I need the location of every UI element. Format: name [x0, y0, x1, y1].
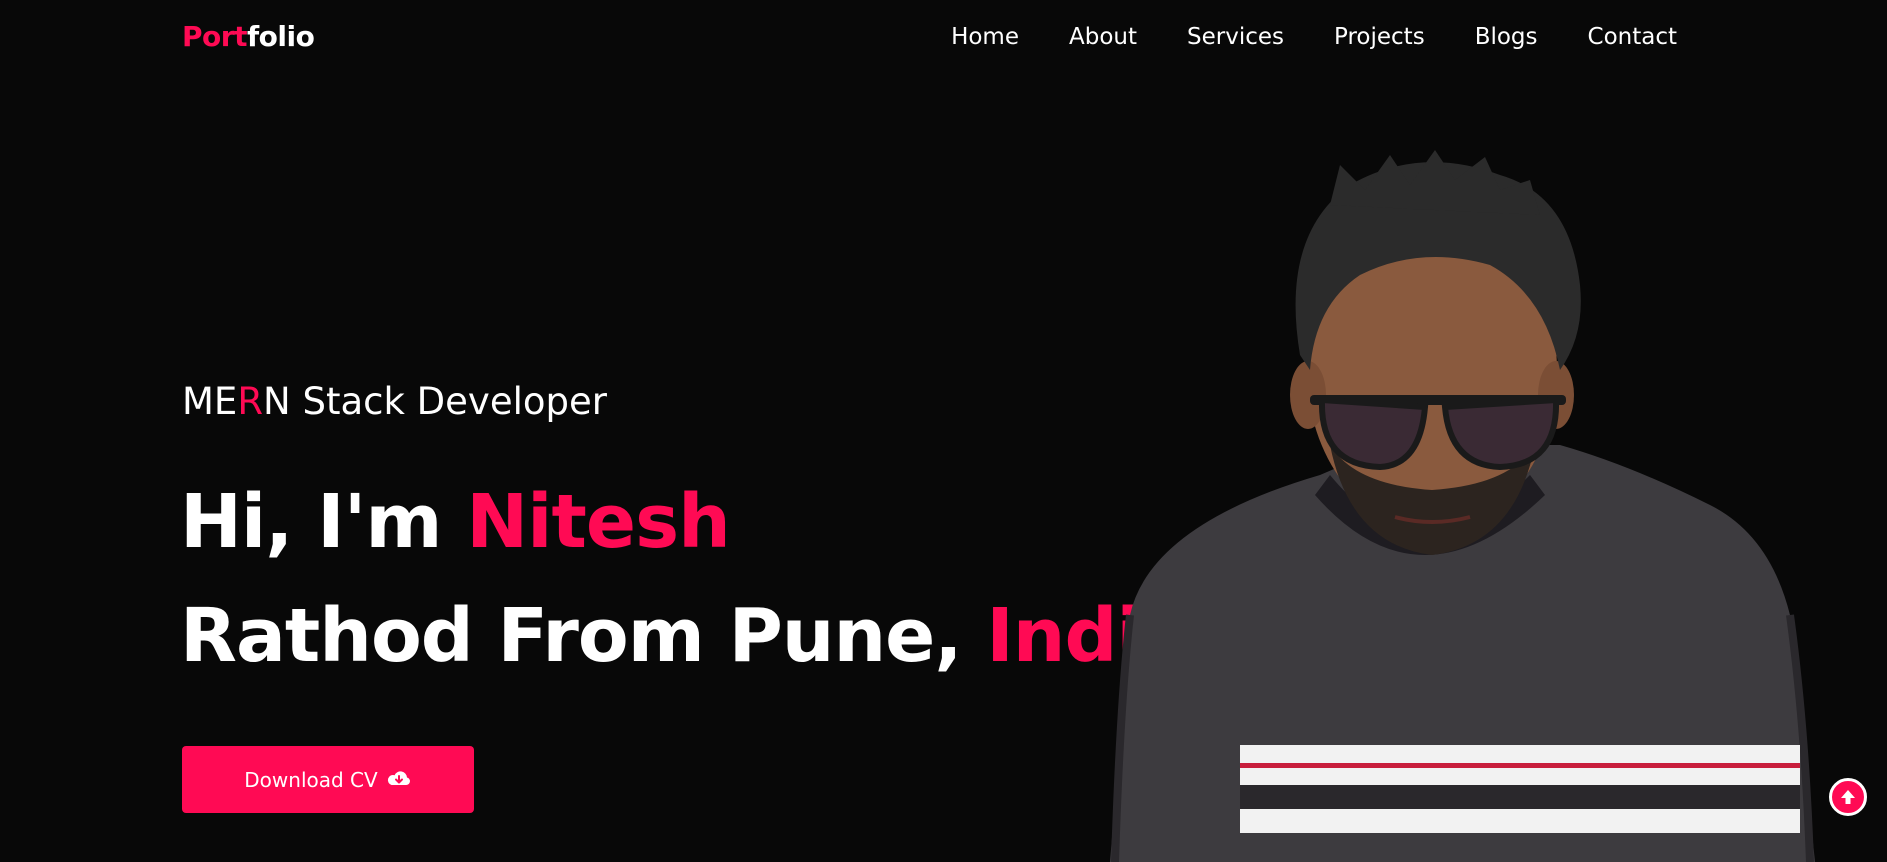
nav-home[interactable]: Home — [951, 24, 1019, 50]
logo[interactable]: Portfolio — [182, 20, 315, 53]
logo-accent: Port — [182, 20, 247, 53]
cloud-download-icon — [387, 770, 410, 785]
download-cv-button[interactable]: Download CV — [182, 746, 474, 813]
logo-text: folio — [246, 20, 315, 53]
nav-about[interactable]: About — [1069, 24, 1137, 50]
headline-name: Nitesh — [466, 479, 731, 565]
scroll-to-top-button[interactable] — [1829, 778, 1867, 816]
role-accent: R — [237, 380, 264, 423]
headline-line2: Rathod From Pune, India — [180, 593, 1191, 679]
nav-contact[interactable]: Contact — [1588, 24, 1677, 50]
nav-services[interactable]: Services — [1187, 24, 1284, 50]
headline-location: Rathod From Pune, — [180, 593, 987, 679]
role-suffix: N Stack Developer — [263, 380, 607, 423]
download-cv-label: Download CV — [244, 767, 378, 792]
arrow-up-icon — [1841, 790, 1855, 804]
nav-blogs[interactable]: Blogs — [1475, 24, 1538, 50]
role-prefix: ME — [182, 380, 238, 423]
headline-line1: Hi, I'm Nitesh — [180, 479, 731, 565]
main-nav: Home About Services Projects Blogs Conta… — [951, 24, 1677, 50]
nav-projects[interactable]: Projects — [1334, 24, 1425, 50]
role-subtitle: MERN Stack Developer — [182, 380, 607, 423]
site-header: Portfolio Home About Services Projects B… — [0, 0, 1887, 80]
hero-headline: Hi, I'm Nitesh Rathod From Pune, India — [180, 465, 1191, 693]
headline-greeting: Hi, I'm — [180, 479, 467, 565]
profile-photo — [1110, 150, 1815, 862]
page: Portfolio Home About Services Projects B… — [0, 0, 1887, 862]
